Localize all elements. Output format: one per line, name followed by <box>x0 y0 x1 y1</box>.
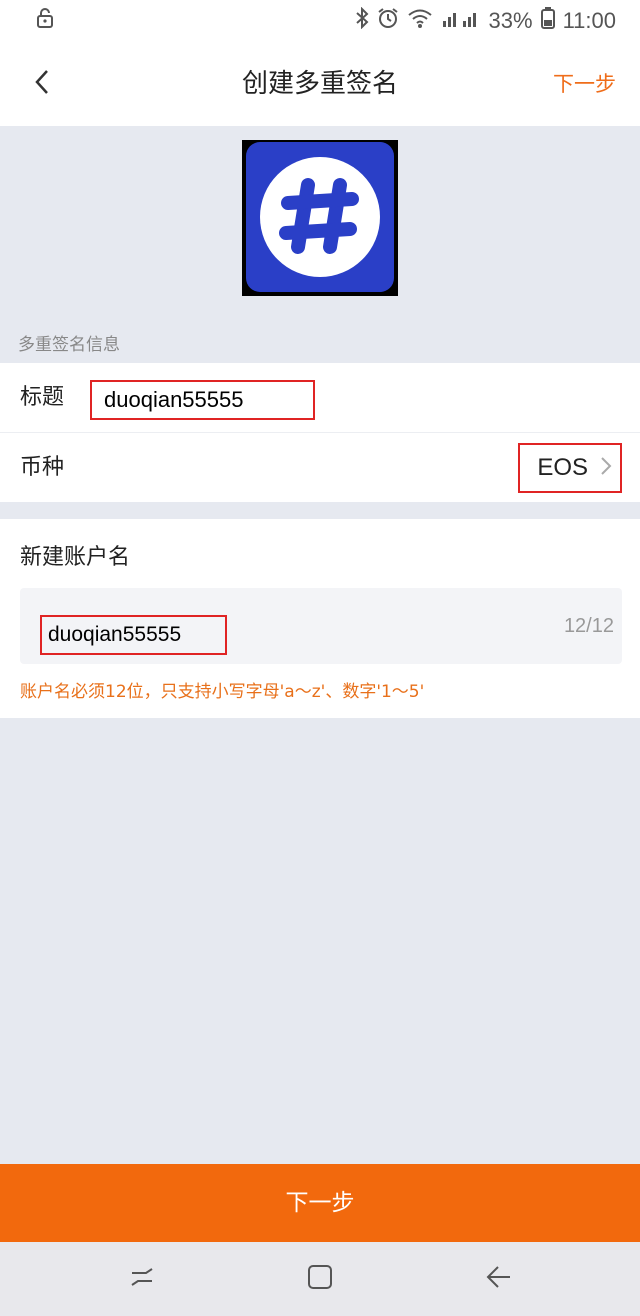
next-step-button[interactable]: 下一步 <box>0 1164 640 1242</box>
chevron-right-icon <box>600 456 612 480</box>
home-button[interactable] <box>300 1259 340 1299</box>
title-row: 标题 duoqian55555 <box>0 363 640 433</box>
nav-bar: 创建多重签名 下一步 <box>0 42 640 126</box>
char-counter: 12/12 <box>563 615 614 637</box>
back-button[interactable] <box>22 64 62 104</box>
recent-apps-button[interactable] <box>122 1259 162 1299</box>
battery-icon <box>540 7 555 35</box>
lock-icon <box>36 8 54 34</box>
recent-apps-icon <box>128 1265 156 1293</box>
account-name-input[interactable]: duoqian55555 <box>40 615 227 655</box>
alarm-icon <box>377 7 399 35</box>
next-step-link[interactable]: 下一步 <box>553 42 616 126</box>
back-arrow-icon <box>484 1263 512 1295</box>
clock: 11:00 <box>562 8 616 33</box>
system-back-button[interactable] <box>478 1259 518 1299</box>
home-icon <box>306 1263 334 1295</box>
coin-row[interactable]: 币种 EOS <box>0 433 640 502</box>
app-logo <box>242 140 398 296</box>
multisig-info-card: 标题 duoqian55555 币种 EOS <box>0 363 640 502</box>
battery-percent: 33% <box>488 8 533 33</box>
account-card: 新建账户名 duoqian55555 12/12 账户名必须12位，只支持小写字… <box>0 519 640 718</box>
status-bar: 33% 11:00 <box>0 0 640 42</box>
hashtag-logo-icon <box>246 142 394 292</box>
bluetooth-icon <box>355 6 369 35</box>
title-input[interactable]: duoqian55555 <box>90 380 315 420</box>
section-label: 多重签名信息 <box>18 335 120 355</box>
wifi-icon <box>407 7 433 35</box>
chevron-left-icon <box>32 68 52 100</box>
page-title: 创建多重签名 <box>241 69 398 99</box>
coin-value: EOS <box>537 454 588 481</box>
coin-select[interactable]: EOS <box>518 443 622 493</box>
system-nav-bar <box>0 1242 640 1316</box>
account-label: 新建账户名 <box>20 545 131 570</box>
signal-icon <box>441 7 481 35</box>
account-hint: 账户名必须12位，只支持小写字母'a～z'、数字'1～5' <box>20 682 425 702</box>
coin-label: 币种 <box>20 455 65 480</box>
title-label: 标题 <box>20 385 65 410</box>
account-input-box[interactable]: duoqian55555 12/12 <box>20 588 622 664</box>
